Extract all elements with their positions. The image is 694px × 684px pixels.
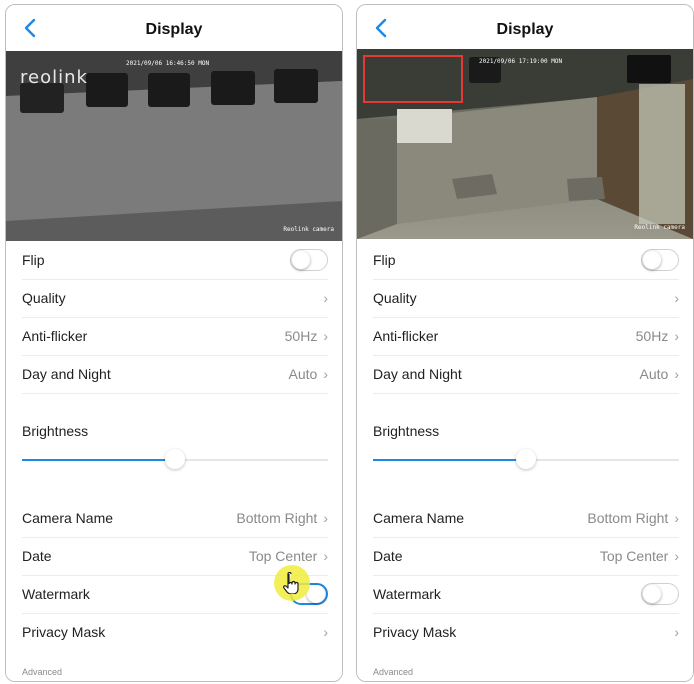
- watermark-toggle[interactable]: [641, 583, 679, 605]
- date-row[interactable]: Date Top Center ›: [373, 537, 679, 576]
- slider-thumb[interactable]: [165, 449, 185, 469]
- watermark-row[interactable]: Watermark: [373, 575, 679, 614]
- chevron-right-icon: ›: [674, 290, 679, 306]
- anti-flicker-label: Anti-flicker: [373, 328, 439, 344]
- camera-name-value: Bottom Right: [587, 510, 669, 526]
- chevron-right-icon: ›: [674, 624, 679, 640]
- chevron-right-icon: ›: [323, 510, 328, 526]
- display-screen-right: Display 2021/09/06 17:19:00 MON Reolink …: [356, 4, 694, 682]
- privacy-mask-box[interactable]: [363, 55, 463, 103]
- settings-list: Flip Quality › Anti-flicker 50Hz › Day a…: [6, 241, 342, 681]
- date-value: Top Center: [248, 548, 318, 564]
- date-value: Top Center: [599, 548, 669, 564]
- video-watermark: Reolink camera: [283, 226, 334, 233]
- slider-fill: [373, 459, 526, 461]
- day-night-row[interactable]: Day and Night Auto ›: [22, 355, 328, 394]
- anti-flicker-row[interactable]: Anti-flicker 50Hz ›: [373, 317, 679, 356]
- brightness-slider[interactable]: [373, 449, 679, 469]
- chevron-right-icon: ›: [674, 328, 679, 344]
- nav-bar: Display: [357, 5, 693, 51]
- hand-pointer-icon: [283, 572, 299, 594]
- privacy-mask-row[interactable]: Privacy Mask ›: [373, 613, 679, 651]
- day-night-row[interactable]: Day and Night Auto ›: [373, 355, 679, 394]
- day-night-label: Day and Night: [22, 366, 111, 382]
- camera-name-label: Camera Name: [22, 510, 114, 526]
- video-watermark: Reolink camera: [634, 224, 685, 231]
- camera-preview: reolink 2021/09/06 16:46:50 MON Reolink …: [6, 51, 342, 241]
- anti-flicker-label: Anti-flicker: [22, 328, 88, 344]
- video-timestamp: 2021/09/06 16:46:50 MON: [126, 60, 210, 67]
- page-title: Display: [496, 21, 554, 38]
- day-night-label: Day and Night: [373, 366, 462, 382]
- settings-list: Flip Quality › Anti-flicker 50Hz › Day a…: [357, 241, 693, 681]
- chevron-right-icon: ›: [674, 548, 679, 564]
- toggle-knob: [643, 585, 661, 603]
- watermark-label: Watermark: [22, 586, 90, 602]
- flip-label: Flip: [373, 252, 396, 268]
- flip-toggle[interactable]: [290, 249, 328, 271]
- advanced-section-label: Advanced: [22, 667, 63, 677]
- toggle-knob: [643, 251, 661, 269]
- slider-fill: [22, 459, 175, 461]
- privacy-mask-row[interactable]: Privacy Mask ›: [22, 613, 328, 651]
- anti-flicker-row[interactable]: Anti-flicker 50Hz ›: [22, 317, 328, 356]
- date-label: Date: [373, 548, 403, 564]
- watermark-label: Watermark: [373, 586, 441, 602]
- toggle-knob: [292, 251, 310, 269]
- anti-flicker-value: 50Hz: [635, 328, 669, 344]
- brightness-label: Brightness: [373, 423, 440, 439]
- day-night-value: Auto: [639, 366, 669, 382]
- tap-indicator: [274, 565, 310, 601]
- chevron-right-icon: ›: [674, 510, 679, 526]
- camera-name-row[interactable]: Camera Name Bottom Right ›: [373, 499, 679, 538]
- chevron-right-icon: ›: [674, 366, 679, 382]
- date-label: Date: [22, 548, 52, 564]
- anti-flicker-value: 50Hz: [284, 328, 318, 344]
- flip-row[interactable]: Flip: [22, 241, 328, 280]
- flip-label: Flip: [22, 252, 45, 268]
- camera-preview: 2021/09/06 17:19:00 MON Reolink camera: [357, 49, 693, 239]
- brightness-slider[interactable]: [22, 449, 328, 469]
- privacy-mask-label: Privacy Mask: [22, 624, 106, 640]
- camera-name-row[interactable]: Camera Name Bottom Right ›: [22, 499, 328, 538]
- chevron-right-icon: ›: [323, 366, 328, 382]
- quality-row[interactable]: Quality ›: [22, 279, 328, 318]
- advanced-section-label: Advanced: [373, 667, 414, 677]
- brightness-label: Brightness: [22, 423, 89, 439]
- reolink-logo: reolink: [20, 67, 88, 88]
- flip-row[interactable]: Flip: [373, 241, 679, 280]
- chevron-right-icon: ›: [323, 624, 328, 640]
- chevron-right-icon: ›: [323, 548, 328, 564]
- day-night-value: Auto: [288, 366, 318, 382]
- chevron-right-icon: ›: [323, 328, 328, 344]
- toggle-knob: [307, 585, 325, 603]
- chevron-right-icon: ›: [323, 290, 328, 306]
- camera-name-label: Camera Name: [373, 510, 465, 526]
- camera-name-value: Bottom Right: [236, 510, 318, 526]
- slider-thumb[interactable]: [516, 449, 536, 469]
- quality-row[interactable]: Quality ›: [373, 279, 679, 318]
- privacy-mask-label: Privacy Mask: [373, 624, 457, 640]
- nav-bar: Display: [6, 5, 342, 51]
- page-title: Display: [145, 21, 203, 38]
- video-timestamp: 2021/09/06 17:19:00 MON: [479, 58, 563, 65]
- quality-label: Quality: [22, 290, 66, 306]
- quality-label: Quality: [373, 290, 417, 306]
- flip-toggle[interactable]: [641, 249, 679, 271]
